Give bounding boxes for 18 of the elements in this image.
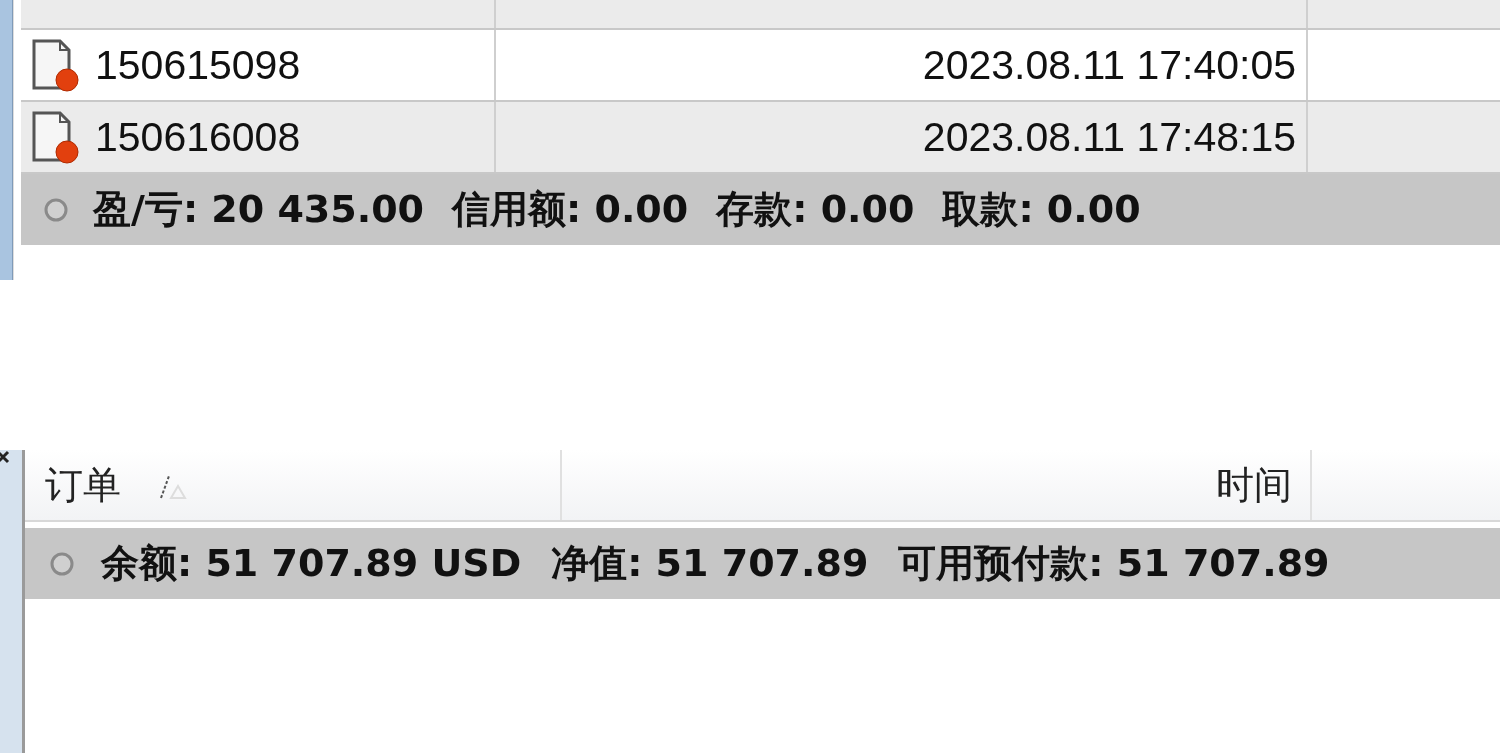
column-header[interactable]: 时间 (562, 450, 1312, 520)
document-icon (31, 110, 81, 164)
status-dot-icon (43, 196, 69, 223)
document-icon (31, 38, 81, 92)
summary-value: 可用预付款: 51 707.89 (898, 540, 1330, 587)
summary-value: 盈/亏: 20 435.00 (93, 186, 425, 233)
summary-value: 取款: 0.00 (942, 186, 1141, 233)
order-number: 150615098 (95, 41, 301, 89)
summary-value: 净值: 51 707.89 (551, 540, 869, 587)
summary-value: 余额: 51 707.89 USD (101, 540, 522, 587)
column-header[interactable]: 订单 (25, 450, 562, 520)
close-icon[interactable] (0, 450, 10, 464)
summary-value: 存款: 0.00 (716, 186, 915, 233)
summary-value: 信用额: 0.00 (452, 186, 689, 233)
order-time: 2023.08.11 17:48:15 (922, 113, 1296, 161)
status-dot-icon (49, 550, 75, 577)
order-number: 150616008 (95, 113, 301, 161)
order-time: 2023.08.11 17:40:05 (922, 41, 1296, 89)
